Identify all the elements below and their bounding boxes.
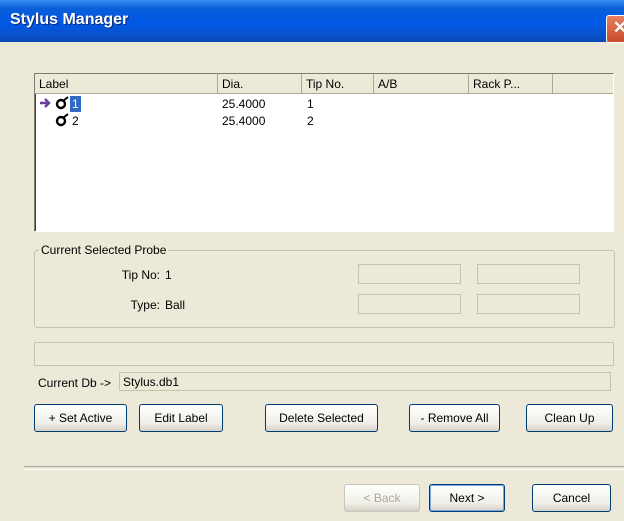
clean-up-button[interactable]: Clean Up	[526, 404, 613, 432]
column-header-filler	[553, 74, 613, 94]
probe-info-field-2	[477, 264, 580, 284]
row-tip-no: 1	[307, 97, 314, 111]
next-button[interactable]: Next >	[429, 484, 505, 512]
tip-no-label: Tip No:	[121, 268, 160, 282]
row-label: 2	[72, 114, 79, 128]
edit-label-button[interactable]: Edit Label	[139, 404, 223, 432]
probe-icon	[55, 96, 69, 112]
type-label: Type:	[130, 298, 160, 312]
remove-all-button[interactable]: - Remove All	[409, 404, 500, 432]
row-label: 1	[70, 96, 81, 112]
type-value: Ball	[165, 298, 186, 312]
probe-info-field-4	[477, 294, 580, 314]
current-db-label: Current Db ->	[38, 376, 112, 390]
column-header-rack-p[interactable]: Rack P...	[469, 74, 553, 94]
column-header-ab[interactable]: A/B	[374, 74, 469, 94]
cancel-button[interactable]: Cancel	[532, 484, 611, 512]
close-button[interactable]: ✕	[606, 15, 624, 43]
active-arrow-icon	[39, 96, 53, 112]
column-header-tip-no[interactable]: Tip No.	[302, 74, 374, 94]
column-header-dia[interactable]: Dia.	[218, 74, 302, 94]
stylus-manager-window: Stylus Manager ✕ Label Dia. Tip No. A/B …	[0, 0, 624, 521]
stylus-list[interactable]: Label Dia. Tip No. A/B Rack P... 1 25.40…	[34, 73, 614, 232]
tip-no-value: 1	[165, 268, 172, 282]
probe-icon	[55, 113, 69, 129]
title-bar: Stylus Manager ✕	[0, 0, 624, 43]
current-probe-group	[34, 250, 615, 328]
separator	[24, 466, 624, 470]
row-tip-no: 2	[307, 114, 314, 128]
probe-info-field-3	[358, 294, 461, 314]
window-title: Stylus Manager	[10, 11, 129, 28]
probe-info-field-1	[358, 264, 461, 284]
row-dia: 25.4000	[222, 97, 266, 111]
back-button[interactable]: < Back	[344, 484, 420, 512]
row-dia: 25.4000	[222, 114, 266, 128]
current-db-field: Stylus.db1	[119, 372, 611, 391]
delete-selected-button[interactable]: Delete Selected	[265, 404, 378, 432]
column-header-label[interactable]: Label	[35, 74, 218, 94]
set-active-button[interactable]: + Set Active	[34, 404, 127, 432]
current-probe-group-label: Current Selected Probe	[39, 243, 169, 257]
status-bar	[34, 342, 614, 366]
